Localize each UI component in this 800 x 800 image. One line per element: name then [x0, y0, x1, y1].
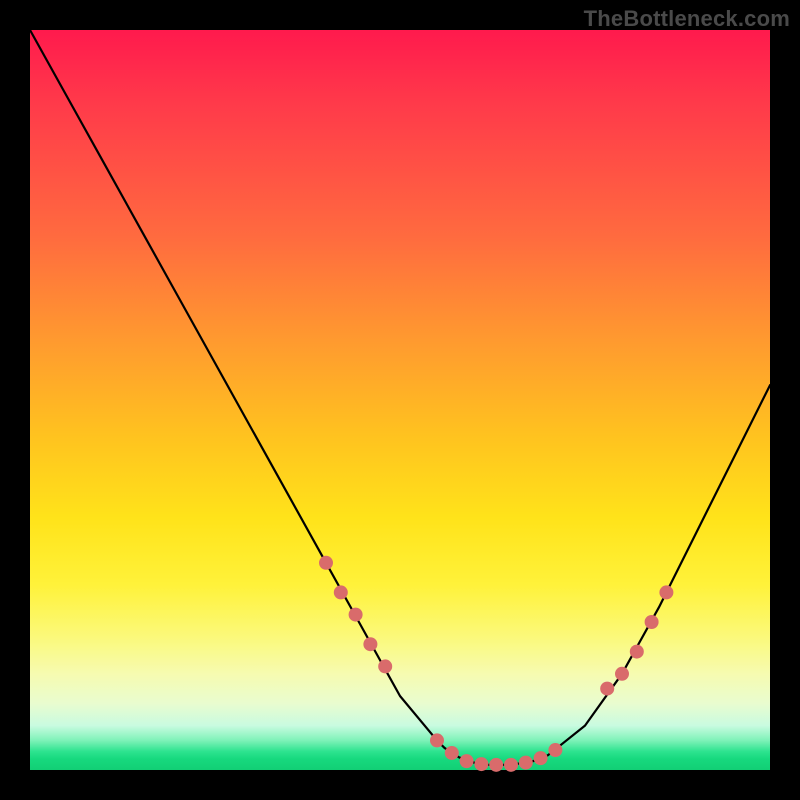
curve-marker [548, 743, 562, 757]
curve-marker [460, 754, 474, 768]
curve-marker [489, 758, 503, 772]
curve-marker [319, 556, 333, 570]
curve-marker [630, 645, 644, 659]
chart-frame: TheBottleneck.com [0, 0, 800, 800]
curve-marker [474, 757, 488, 771]
curve-marker [445, 746, 459, 760]
curve-marker [615, 667, 629, 681]
curve-layer [30, 30, 770, 770]
curve-marker [504, 758, 518, 772]
curve-marker [378, 659, 392, 673]
curve-marker [334, 585, 348, 599]
curve-marker [349, 608, 363, 622]
curve-marker [645, 615, 659, 629]
bottleneck-curve [30, 30, 770, 765]
curve-marker [600, 682, 614, 696]
curve-markers [319, 556, 673, 772]
plot-area [30, 30, 770, 770]
curve-marker [430, 733, 444, 747]
curve-marker [659, 585, 673, 599]
curve-marker [363, 637, 377, 651]
curve-marker [534, 751, 548, 765]
curve-marker [519, 756, 533, 770]
watermark-text: TheBottleneck.com [584, 6, 790, 32]
